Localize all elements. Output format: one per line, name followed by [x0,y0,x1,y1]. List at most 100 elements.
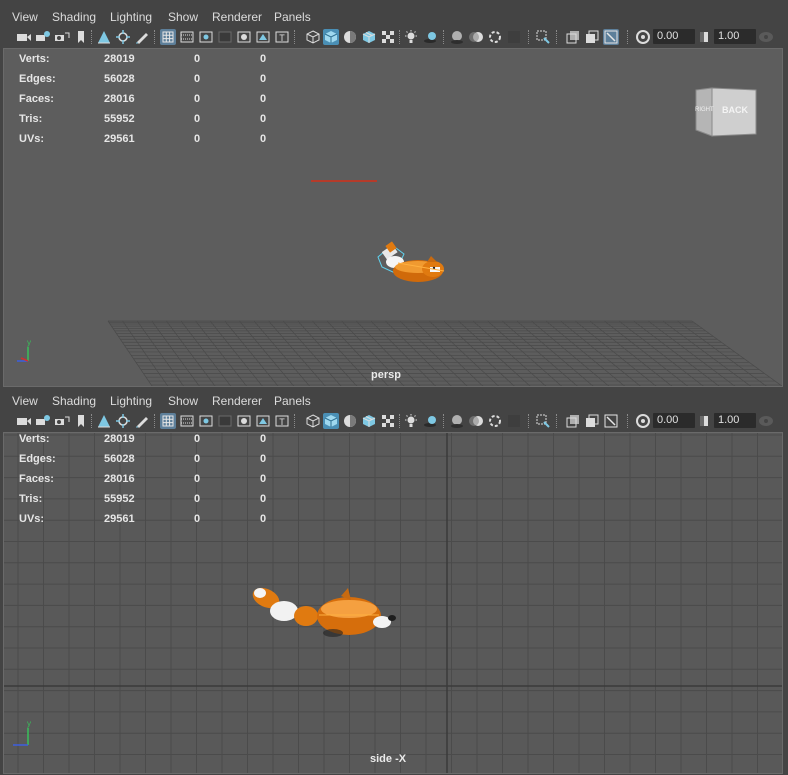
view-transform-icon[interactable] [758,29,774,45]
2d-pan-zoom-icon[interactable] [115,413,131,429]
bookmark-ribbon-icon[interactable] [73,413,89,429]
hud-row-faces: Faces: 28016 0 0 [19,473,267,485]
hud-row-faces: Faces: 28016 0 0 [19,93,267,105]
menu-show[interactable]: Show [168,10,198,24]
svg-text:T: T [279,417,285,427]
smooth-shade-icon[interactable] [323,29,339,45]
xray-components-icon[interactable] [603,29,619,45]
image-plane-icon[interactable] [96,29,112,45]
menu-panels[interactable]: Panels [274,10,311,24]
gamma-field[interactable]: 1.00 [714,29,756,44]
xray-icon[interactable] [565,413,581,429]
view-transform-icon[interactable] [758,413,774,429]
ambient-occlusion-icon[interactable] [449,413,465,429]
wireframe-icon[interactable] [305,29,321,45]
wireframe-on-shaded-icon[interactable] [361,413,377,429]
depth-of-field-icon[interactable] [506,29,522,45]
2d-pan-zoom-icon[interactable] [115,29,131,45]
resolution-gate-icon[interactable] [198,29,214,45]
select-camera-icon[interactable] [16,29,32,45]
shadows-icon[interactable] [422,29,438,45]
menu-lighting[interactable]: Lighting [110,10,152,24]
xray-joints-icon[interactable] [584,413,600,429]
grease-pencil-icon[interactable] [134,29,150,45]
safe-title-icon[interactable]: T [274,29,290,45]
default-material-icon[interactable] [342,29,358,45]
default-material-icon[interactable] [342,413,358,429]
view-cube[interactable]: RIGHT BACK [694,86,758,138]
menu-view[interactable]: View [12,394,38,408]
gate-mask-icon[interactable] [217,413,233,429]
camera-attributes-icon[interactable] [35,29,51,45]
xray-components-icon[interactable] [603,413,619,429]
safe-action-icon[interactable] [255,29,271,45]
menu-show[interactable]: Show [168,394,198,408]
bookmark-icon[interactable] [54,29,70,45]
film-gate-icon[interactable] [179,29,195,45]
safe-action-icon[interactable] [255,413,271,429]
persp-panel: View Shading Lighting Show Renderer Pane… [3,8,783,387]
field-chart-icon[interactable] [236,413,252,429]
camera-attributes-icon[interactable] [35,413,51,429]
hud-row-uvs: UVs: 29561 0 0 [19,513,267,525]
isolate-select-icon[interactable] [535,413,551,429]
exposure-field[interactable]: 0.00 [653,29,695,44]
bookmark-icon[interactable] [54,413,70,429]
gate-mask-icon[interactable] [217,29,233,45]
shadows-icon[interactable] [422,413,438,429]
select-camera-icon[interactable] [16,413,32,429]
gamma-icon[interactable] [696,413,712,429]
axis-gizmo: y [17,338,31,362]
textured-icon[interactable] [380,413,396,429]
menu-panels[interactable]: Panels [274,394,311,408]
use-all-lights-icon[interactable] [403,413,419,429]
depth-of-field-icon[interactable] [506,413,522,429]
side-viewport[interactable]: y Verts: 28019 0 0 Edges: 56028 0 0 Face… [3,432,783,774]
motion-blur-icon[interactable] [468,29,484,45]
film-gate-icon[interactable] [179,413,195,429]
gamma-icon[interactable] [696,29,712,45]
hud-row-tris: Tris: 55952 0 0 [19,113,267,125]
fox-model[interactable] [250,584,396,637]
isolate-select-icon[interactable] [535,29,551,45]
grease-pencil-icon[interactable] [134,413,150,429]
wireframe-on-shaded-icon[interactable] [361,29,377,45]
hud-row-verts: Verts: 28019 0 0 [19,53,267,65]
xray-icon[interactable] [565,29,581,45]
bookmark-ribbon-icon[interactable] [73,29,89,45]
ambient-occlusion-icon[interactable] [449,29,465,45]
safe-title-icon[interactable]: T [274,413,290,429]
anti-aliasing-icon[interactable] [487,413,503,429]
exposure-icon[interactable] [635,413,651,429]
motion-blur-icon[interactable] [468,413,484,429]
menu-view[interactable]: View [12,10,38,24]
menu-shading[interactable]: Shading [52,394,96,408]
xray-joints-icon[interactable] [584,29,600,45]
resolution-gate-icon[interactable] [198,413,214,429]
view-cube-back-face[interactable]: BACK [722,105,748,115]
menu-renderer[interactable]: Renderer [212,394,262,408]
menu-renderer[interactable]: Renderer [212,10,262,24]
grid-icon[interactable] [160,413,176,429]
grid-icon[interactable] [160,29,176,45]
side-panel: View Shading Lighting Show Renderer Pane… [3,392,783,774]
hud-row-edges: Edges: 56028 0 0 [19,73,267,85]
fox-model[interactable] [377,241,445,282]
exposure-field[interactable]: 0.00 [653,413,695,428]
gamma-field[interactable]: 1.00 [714,413,756,428]
menu-shading[interactable]: Shading [52,10,96,24]
ground-grid [107,320,782,386]
svg-text:T: T [279,33,285,43]
camera-name-label: side -X [370,753,407,765]
image-plane-icon[interactable] [96,413,112,429]
anti-aliasing-icon[interactable] [487,29,503,45]
field-chart-icon[interactable] [236,29,252,45]
menu-lighting[interactable]: Lighting [110,394,152,408]
view-cube-right-face[interactable]: RIGHT [695,107,714,113]
smooth-shade-icon[interactable] [323,413,339,429]
persp-viewport[interactable]: y Verts: 28019 0 0 Edges: 56028 0 0 Face… [3,48,783,387]
textured-icon[interactable] [380,29,396,45]
wireframe-icon[interactable] [305,413,321,429]
use-all-lights-icon[interactable] [403,29,419,45]
exposure-icon[interactable] [635,29,651,45]
